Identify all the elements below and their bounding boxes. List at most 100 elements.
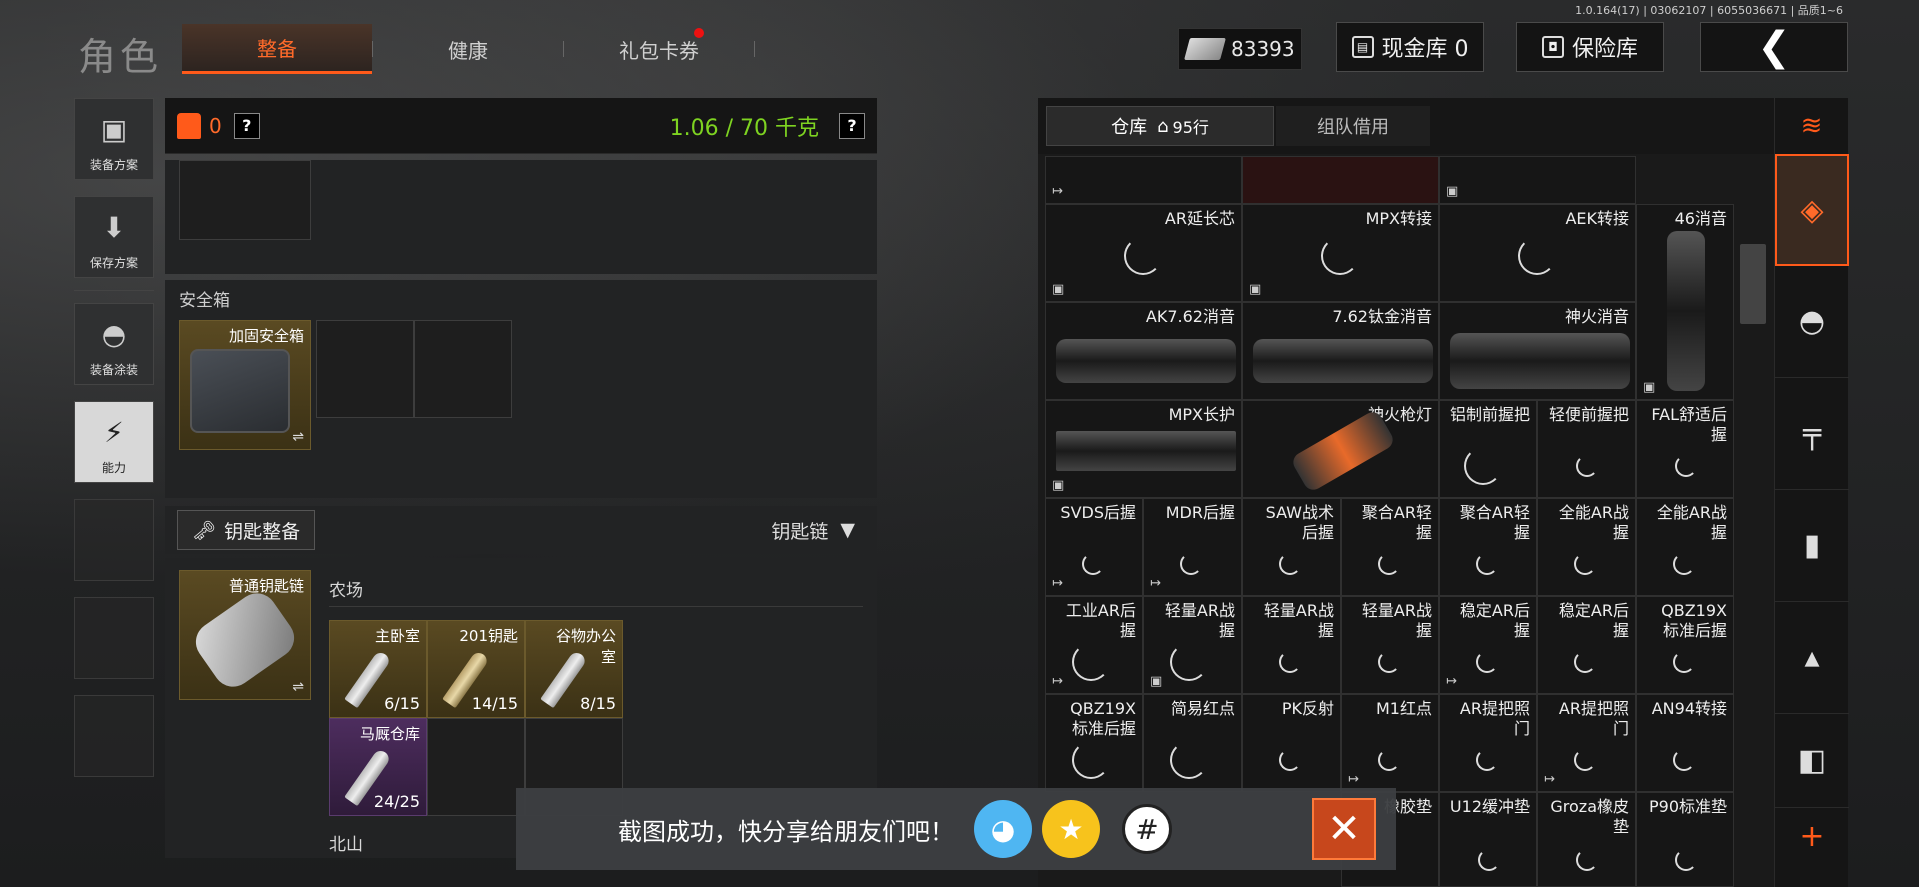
rifle-icon: ╤ [1802,416,1822,451]
item-cell[interactable]: MPX长护 ▣ [1045,400,1242,498]
item-cell[interactable]: PK反射 [1242,694,1341,792]
cash-icon [1184,38,1226,60]
nav-ability[interactable]: ⚡ 能力 [74,401,154,483]
item-cell[interactable]: 轻量AR战握 [1341,596,1439,694]
item-cell[interactable]: AEK转接 [1439,204,1636,302]
item-cell[interactable] [1242,156,1439,204]
help-icon[interactable]: ? [233,112,260,139]
safe-vault-button[interactable]: ◘ 保险库 [1516,22,1664,72]
item-cell[interactable]: 轻便前握把 [1537,400,1636,498]
item-cell[interactable]: FAL舒适后握 [1636,400,1734,498]
item-cell[interactable]: SVDS后握 ↦ [1045,498,1143,596]
item-cell[interactable]: 轻量AR战握 ▣ [1143,596,1242,694]
key-slot-empty[interactable] [427,718,525,816]
scrollbar[interactable] [1740,244,1766,324]
loading-ring [1518,237,1556,275]
qq-share-icon[interactable]: ◕ [974,800,1032,858]
safebox-section: 安全箱 加固安全箱 ⇌ [165,280,877,498]
wechat-share-icon[interactable]: # [1122,804,1172,854]
safebox-cell[interactable] [316,320,414,418]
item-cell[interactable]: AR提把照门 [1439,694,1537,792]
loading-ring [1082,553,1104,575]
keys-equip-button[interactable]: 🗝 钥匙整备 [177,510,316,550]
nav-skin[interactable]: ◓ 装备涂装 [74,303,154,385]
item-cell[interactable]: U12缓冲垫 [1439,792,1537,887]
item-cell[interactable]: M1红点 ↦ [1341,694,1439,792]
category-helmet[interactable]: ◓ [1775,266,1849,378]
item-cell[interactable]: P90标准垫 [1636,792,1734,887]
tab-health[interactable]: 健康 [373,24,563,74]
add-button[interactable]: + [1775,808,1849,864]
backpack-icon [177,112,201,139]
item-cell[interactable]: 简易红点 [1143,694,1242,792]
tab-gift-coupons[interactable]: 礼包卡券 [564,24,754,74]
item-cell[interactable]: 全能AR战握 [1537,498,1636,596]
category-weapon[interactable]: ╤ [1775,378,1849,490]
safebox-slot[interactable]: 加固安全箱 ⇌ [179,320,311,450]
swap-icon[interactable]: ⇌ [292,679,304,695]
item-cell[interactable]: AN94转接 [1636,694,1734,792]
item-cell[interactable]: 铝制前握把 [1439,400,1537,498]
item-cell[interactable]: 神火消音 [1439,302,1636,400]
item-name: AK7.62消音 [1145,307,1235,326]
item-cell[interactable]: AR提把照门 ↦ [1537,694,1636,792]
item-cell[interactable]: AK7.62消音 [1045,302,1242,400]
category-magazine[interactable]: ▮ [1775,490,1849,602]
item-cell[interactable]: SAW战术后握 [1242,498,1341,596]
item-cell[interactable]: QBZ19X标准后握 [1045,694,1143,792]
help-icon[interactable]: ? [839,112,865,139]
nav-divider [74,290,154,291]
item-cell[interactable]: 7.62钛金消音 [1242,302,1439,400]
item-name: U12缓冲垫 [1449,797,1530,816]
item-cell[interactable]: 神火枪灯 [1242,400,1439,498]
item-cell[interactable]: 稳定AR后握 ↦ [1439,596,1537,694]
loading-ring [1170,741,1208,779]
item-cell[interactable]: 聚合AR轻握 [1341,498,1439,596]
item-cell[interactable]: ▣ [1439,156,1636,204]
back-button[interactable]: ❮ [1700,22,1848,72]
item-cell[interactable]: Groza橡皮垫 [1537,792,1636,887]
close-button[interactable]: ✕ [1312,798,1376,860]
item-cell[interactable]: 全能AR战握 [1636,498,1734,596]
item-cell[interactable]: MPX转接 ▣ [1242,204,1439,302]
item-name: PK反射 [1281,699,1334,718]
nav-save-plan[interactable]: ⬇ 保存方案 [74,196,154,278]
qzone-share-icon[interactable]: ★ [1042,800,1100,858]
cash-vault-button[interactable]: ▤ 现金库 0 [1336,22,1484,72]
sort-stack-icon[interactable]: ≋ [1775,98,1848,154]
key-slot[interactable]: 马厩仓库 24/25 [329,718,427,816]
category-ammo[interactable]: ▴ [1775,602,1849,714]
nav-loadout-plan[interactable]: ▣ 装备方案 [74,98,154,180]
item-name: 轻量AR战握 [1361,601,1432,640]
out-icon: ↦ [1348,772,1359,787]
item-cell[interactable]: 稳定AR后握 [1537,596,1636,694]
tab-equip[interactable]: 整备 [182,24,372,74]
nav-empty-slot [74,499,154,581]
keychain-slot[interactable]: 普通钥匙链 ⇌ [179,570,311,700]
item-cell[interactable]: AR延长芯 ▣ [1045,204,1242,302]
item-cell[interactable]: 轻量AR战握 [1242,596,1341,694]
key-slot[interactable]: 谷物办公室 8/15 [525,620,623,718]
item-cell[interactable]: MDR后握 ↦ [1143,498,1242,596]
item-name: 聚合AR轻握 [1459,503,1530,542]
gear-slot[interactable] [179,160,311,240]
key-slot[interactable]: 主卧室 6/15 [329,620,427,718]
item-cell[interactable]: 46消音 ▣ [1636,204,1734,400]
key-slot[interactable]: 201钥匙 14/15 [427,620,525,718]
item-cell[interactable]: QBZ19X标准后握 [1636,596,1734,694]
loading-ring [1321,237,1359,275]
tab-warehouse[interactable]: 仓库 ⌂ 95行 [1046,106,1274,146]
suppressor-image [1667,231,1705,391]
layers-icon: ◈ [1800,192,1824,228]
key-count: 24/25 [373,792,420,811]
category-attachment[interactable]: ◧ [1775,714,1849,808]
item-name: 铝制前握把 [1449,405,1530,424]
item-cell[interactable]: ↦ [1045,156,1242,204]
tab-team-borrow[interactable]: 组队借用 [1276,106,1430,146]
item-cell[interactable]: 工业AR后握 ↦ [1045,596,1143,694]
keychain-dropdown[interactable]: 钥匙链 ▼ [771,517,855,544]
safebox-cell[interactable] [414,320,512,418]
swap-icon[interactable]: ⇌ [292,429,304,445]
item-cell[interactable]: 聚合AR轻握 [1439,498,1537,596]
category-all[interactable]: ◈ [1775,154,1849,266]
